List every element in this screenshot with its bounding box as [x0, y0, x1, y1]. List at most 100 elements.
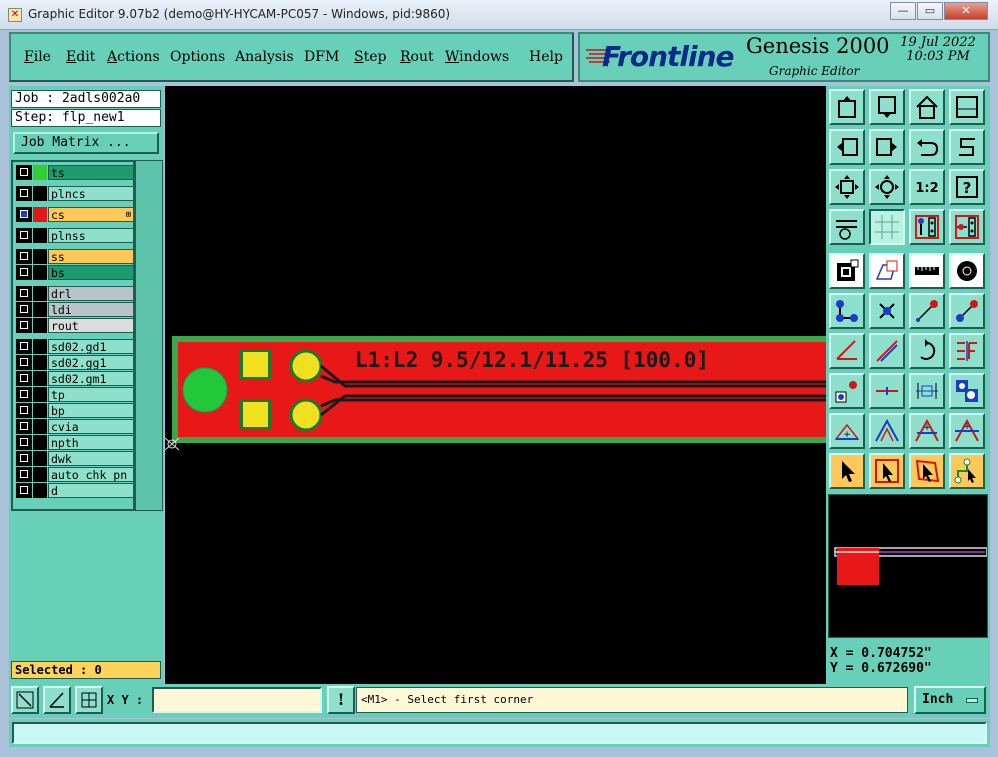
- layer-row[interactable]: tp: [16, 387, 134, 402]
- layer-checkbox[interactable]: [16, 286, 32, 301]
- window-tool-button[interactable]: [949, 89, 985, 125]
- layer-row[interactable]: npth: [16, 435, 134, 450]
- layer-color-swatch[interactable]: [33, 467, 47, 482]
- layer-color-swatch[interactable]: [33, 265, 47, 280]
- layer-name[interactable]: sd02.gm1: [48, 371, 134, 386]
- menu-file[interactable]: File: [24, 49, 51, 65]
- layer-scrollbar[interactable]: [135, 160, 163, 511]
- menu-help[interactable]: Help: [529, 49, 563, 65]
- help-tool-button[interactable]: ?: [949, 169, 985, 205]
- layer-checkbox[interactable]: [16, 387, 32, 402]
- layer-name[interactable]: ss: [48, 249, 134, 264]
- layer-checkbox[interactable]: [16, 207, 32, 222]
- layer-name[interactable]: cvia: [48, 419, 134, 434]
- layer-row[interactable]: bp: [16, 403, 134, 418]
- grid-mode-button[interactable]: [75, 686, 103, 714]
- select-box-tool-button[interactable]: [869, 453, 905, 489]
- ruler-tool-button[interactable]: [909, 253, 945, 289]
- pad-tool-button[interactable]: [949, 253, 985, 289]
- shape-tool-button[interactable]: [869, 253, 905, 289]
- layer-checkbox[interactable]: [16, 419, 32, 434]
- undo-tool-button[interactable]: [909, 129, 945, 165]
- maximize-button[interactable]: ▭: [917, 2, 943, 20]
- layer-color-swatch[interactable]: [33, 249, 47, 264]
- job-matrix-button[interactable]: Job Matrix ...: [13, 132, 159, 154]
- select-net-tool-button[interactable]: [949, 453, 985, 489]
- layer-checkbox[interactable]: [16, 228, 32, 243]
- box-blue-tool-button[interactable]: [949, 373, 985, 409]
- layer-name[interactable]: drl: [48, 286, 134, 301]
- close-button[interactable]: ✕: [944, 2, 988, 20]
- step-tool-button[interactable]: [949, 129, 985, 165]
- layer-checkbox[interactable]: [16, 435, 32, 450]
- layer-name[interactable]: auto_chk_pn: [48, 467, 134, 482]
- layer-color-swatch[interactable]: [33, 419, 47, 434]
- layer-row[interactable]: drl: [16, 286, 134, 301]
- layer-name[interactable]: npth: [48, 435, 134, 450]
- layer-color-swatch[interactable]: [33, 403, 47, 418]
- layer-checkbox[interactable]: [16, 318, 32, 333]
- layer-color-swatch[interactable]: [33, 318, 47, 333]
- angle-blue-tool-button[interactable]: [869, 333, 905, 369]
- layer-color-swatch[interactable]: [33, 483, 47, 498]
- layer-row[interactable]: plncs: [16, 186, 134, 201]
- graphic-canvas[interactable]: L1:L2 9.5/12.1/11.25 [100.0]: [165, 86, 826, 684]
- grid-tool-button[interactable]: [869, 209, 905, 245]
- menu-windows[interactable]: Windows: [445, 49, 509, 65]
- layer-color-swatch[interactable]: [33, 451, 47, 466]
- menu-rout[interactable]: Rout: [400, 49, 434, 65]
- layer-checkbox[interactable]: [16, 339, 32, 354]
- snap-mode-button[interactable]: [11, 686, 39, 714]
- net-tool-button[interactable]: [829, 293, 865, 329]
- line-dot-tool-button[interactable]: [909, 293, 945, 329]
- overview-map[interactable]: [828, 494, 988, 638]
- cross-tool-button[interactable]: [869, 293, 905, 329]
- layer-row[interactable]: rout: [16, 318, 134, 333]
- layer-color-swatch[interactable]: [33, 207, 47, 222]
- fit-tool-button[interactable]: [829, 169, 865, 205]
- layer-checkbox[interactable]: [16, 451, 32, 466]
- move-down-tool-button[interactable]: [869, 89, 905, 125]
- layer-checkbox[interactable]: [16, 249, 32, 264]
- layer-name[interactable]: bp: [48, 403, 134, 418]
- arc-blue-tool-button[interactable]: [869, 413, 905, 449]
- layer-color-swatch[interactable]: [33, 371, 47, 386]
- layer-name[interactable]: plncs: [48, 186, 134, 201]
- layer-color-swatch[interactable]: [33, 286, 47, 301]
- layer-checkbox[interactable]: [16, 467, 32, 482]
- layer-name[interactable]: dwk: [48, 451, 134, 466]
- layer-expand-icon[interactable]: ⊞: [126, 208, 131, 221]
- layer-color-swatch[interactable]: [33, 186, 47, 201]
- layer-name[interactable]: sd02.gd1: [48, 339, 134, 354]
- layer-row[interactable]: sd02.gm1: [16, 371, 134, 386]
- layer-name[interactable]: ts: [48, 165, 134, 180]
- scale-1-2-tool-button[interactable]: 1:2: [909, 169, 945, 205]
- home-tool-button[interactable]: [909, 89, 945, 125]
- snap-tool-button[interactable]: [829, 253, 865, 289]
- layer-row[interactable]: bs: [16, 265, 134, 280]
- dash-tool-button[interactable]: [869, 373, 905, 409]
- layer-checkbox[interactable]: [16, 355, 32, 370]
- layer-row[interactable]: plnss: [16, 228, 134, 243]
- layer-name[interactable]: tp: [48, 387, 134, 402]
- layer-row[interactable]: d: [16, 483, 134, 498]
- layer-name[interactable]: bs: [48, 265, 134, 280]
- move-up-tool-button[interactable]: [829, 89, 865, 125]
- layer-checkbox[interactable]: [16, 186, 32, 201]
- select-poly-tool-button[interactable]: [909, 453, 945, 489]
- menu-analysis[interactable]: Analysis: [235, 49, 294, 65]
- layer-color-swatch[interactable]: [33, 435, 47, 450]
- center-mark-tool-button[interactable]: [909, 373, 945, 409]
- menu-edit[interactable]: Edit: [66, 49, 95, 65]
- menu-dfm[interactable]: DFM: [304, 49, 339, 65]
- split-tool-button[interactable]: [949, 333, 985, 369]
- layer-row[interactable]: dwk: [16, 451, 134, 466]
- layer-name[interactable]: plnss: [48, 228, 134, 243]
- layer-checkbox[interactable]: [16, 165, 32, 180]
- center-tool-button[interactable]: [869, 169, 905, 205]
- arc-red-tool-button[interactable]: +: [829, 413, 865, 449]
- angle-mode-button[interactable]: [43, 686, 71, 714]
- layer-checkbox[interactable]: [16, 265, 32, 280]
- measure-tool-button[interactable]: [829, 209, 865, 245]
- layer-checkbox[interactable]: [16, 483, 32, 498]
